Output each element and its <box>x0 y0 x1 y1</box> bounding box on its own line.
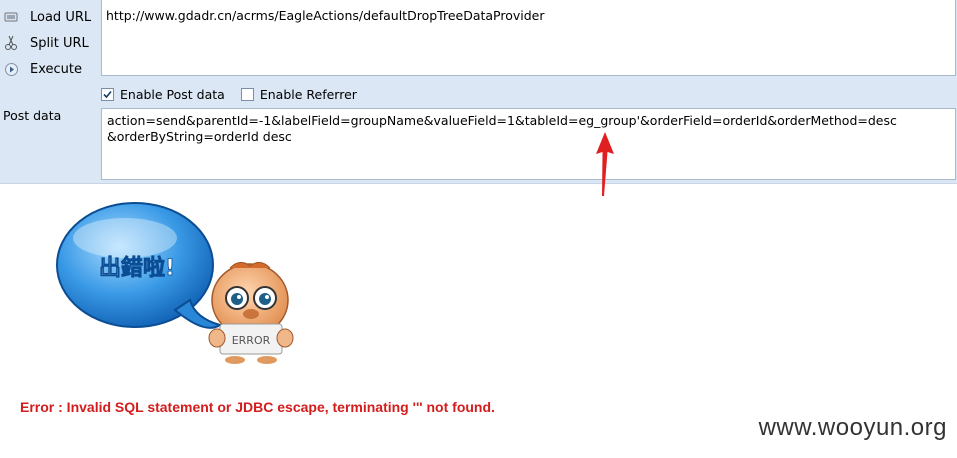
enable-post-data-label: Enable Post data <box>120 86 225 102</box>
options-row: Enable Post data Enable Referrer <box>101 84 373 104</box>
post-data-textarea[interactable]: action=send&parentId=-1&labelField=group… <box>101 108 956 180</box>
red-arrow-annotation <box>596 132 614 196</box>
enable-referrer-box[interactable] <box>240 87 254 101</box>
post-data-line-2: &orderByString=orderId desc <box>107 129 292 144</box>
enable-referrer-checkbox[interactable]: Enable Referrer <box>240 86 357 102</box>
speech-bubble-icon: 出錯啦! <box>56 202 223 329</box>
url-value: http://www.gdadr.cn/acrms/EagleActions/d… <box>106 8 545 23</box>
execute-icon <box>4 62 18 76</box>
load-url-icon <box>4 10 18 24</box>
bubble-text: 出錯啦! <box>99 255 175 281</box>
error-illustration: 出錯啦! ERROR <box>55 200 315 373</box>
cartoon-character-icon: ERROR <box>208 262 294 364</box>
load-url-label: Load URL <box>30 9 92 25</box>
enable-post-data-checkbox[interactable]: Enable Post data <box>101 87 225 102</box>
split-url-button[interactable]: Split URL <box>0 30 98 56</box>
error-sign-text: ERROR <box>232 334 271 347</box>
hackbar-menu: Load URL Split URL Execute <box>0 4 98 82</box>
enable-referrer-label: Enable Referrer <box>259 86 357 102</box>
execute-button[interactable]: Execute <box>0 56 98 82</box>
split-url-label: Split URL <box>30 35 89 51</box>
watermark: www.wooyun.org <box>758 414 947 441</box>
execute-label: Execute <box>30 61 82 77</box>
error-message: Error : Invalid SQL statement or JDBC es… <box>20 399 495 415</box>
enable-post-data-checkmark[interactable] <box>101 87 114 101</box>
split-url-icon <box>4 35 18 50</box>
url-textarea[interactable]: http://www.gdadr.cn/acrms/EagleActions/d… <box>101 0 956 76</box>
post-data-line-1: action=send&parentId=-1&labelField=group… <box>107 113 897 128</box>
hackbar-panel: Load URL Split URL Execute http://www.gd… <box>0 0 957 184</box>
load-url-button[interactable]: Load URL <box>0 4 98 30</box>
post-data-label: Post data <box>3 108 62 123</box>
